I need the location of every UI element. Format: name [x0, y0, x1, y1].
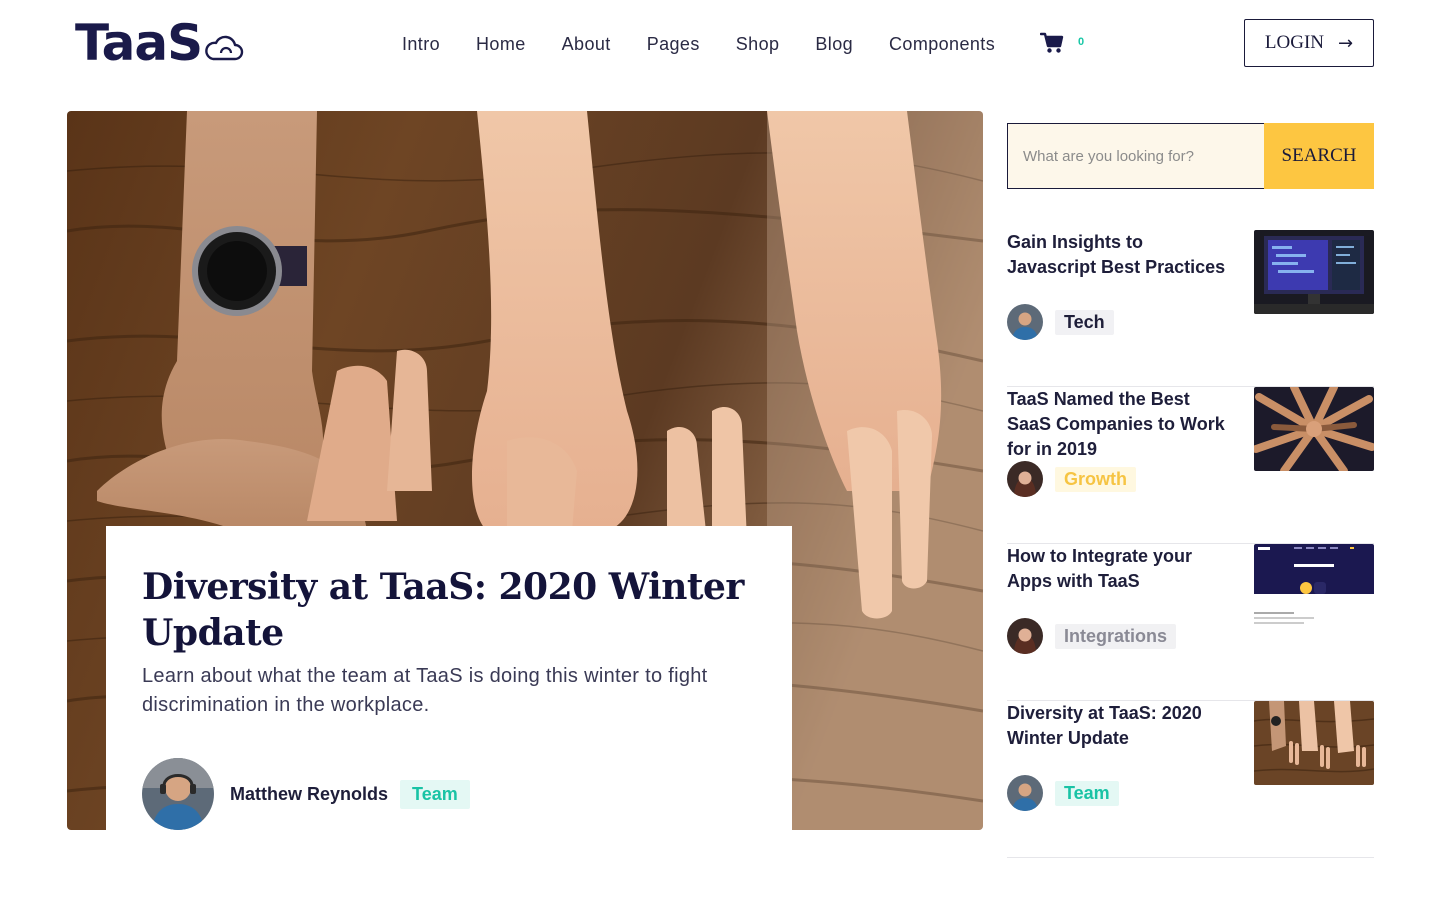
brand-logo[interactable]: TaaS: [75, 18, 244, 68]
sidebar-post-meta: Integrations: [1007, 618, 1177, 654]
sidebar-post-thumbnail[interactable]: [1254, 701, 1374, 785]
nav-blog[interactable]: Blog: [797, 34, 871, 55]
sidebar-post-thumbnail[interactable]: [1254, 544, 1374, 628]
nav-shop[interactable]: Shop: [718, 34, 798, 55]
nav-intro[interactable]: Intro: [384, 34, 458, 55]
nav-home[interactable]: Home: [458, 34, 544, 55]
category-tag[interactable]: Growth: [1055, 466, 1136, 492]
category-tag[interactable]: Team: [400, 779, 470, 809]
nav-components[interactable]: Components: [871, 34, 1013, 55]
category-tag[interactable]: Integrations: [1055, 623, 1177, 649]
search-input[interactable]: [1007, 123, 1264, 189]
site-header: TaaS Intro Home About Pages Shop Blog Co…: [0, 0, 1440, 90]
author-avatar[interactable]: [1007, 775, 1043, 811]
sidebar-post-title[interactable]: Gain Insights to Javascript Best Practic…: [1007, 230, 1227, 280]
sidebar-post-title[interactable]: TaaS Named the Best SaaS Companies to Wo…: [1007, 387, 1227, 462]
sidebar-post-meta: Team: [1007, 775, 1119, 811]
cloud-icon: [204, 33, 244, 68]
nav-about[interactable]: About: [544, 34, 629, 55]
featured-post-title[interactable]: Diversity at TaaS: 2020 Winter Update: [142, 564, 756, 656]
main-nav: Intro Home About Pages Shop Blog Compone…: [384, 34, 1013, 55]
nav-pages[interactable]: Pages: [629, 34, 718, 55]
brand-name: TaaS: [75, 14, 203, 72]
sidebar-post-title[interactable]: How to Integrate your Apps with TaaS: [1007, 544, 1227, 594]
sidebar-post[interactable]: TaaS Named the Best SaaS Companies to Wo…: [1007, 387, 1374, 544]
category-tag[interactable]: Tech: [1055, 309, 1114, 335]
login-label: LOGIN: [1264, 32, 1324, 53]
sidebar-post[interactable]: Diversity at TaaS: 2020 Winter Update Te…: [1007, 701, 1374, 858]
search-form: SEARCH: [1007, 123, 1374, 189]
sidebar-post[interactable]: Gain Insights to Javascript Best Practic…: [1007, 230, 1374, 387]
sidebar-post-thumbnail[interactable]: [1254, 230, 1374, 314]
sidebar-post-thumbnail[interactable]: [1254, 387, 1374, 471]
login-button[interactable]: LOGIN →: [1244, 19, 1374, 67]
sidebar-post-meta: Growth: [1007, 461, 1136, 497]
sidebar-post[interactable]: How to Integrate your Apps with TaaS Int…: [1007, 544, 1374, 701]
featured-post-card[interactable]: Diversity at TaaS: 2020 Winter Update Le…: [106, 526, 792, 830]
author-name[interactable]: Matthew Reynolds: [230, 784, 388, 805]
author-avatar[interactable]: [142, 758, 214, 830]
cart-button[interactable]: 0: [1039, 32, 1085, 59]
featured-post-excerpt: Learn about what the team at TaaS is doi…: [142, 665, 708, 716]
author-avatar[interactable]: [1007, 304, 1043, 340]
author-avatar[interactable]: [1007, 461, 1043, 497]
category-tag[interactable]: Team: [1055, 780, 1119, 806]
featured-post-author: Matthew Reynolds Team: [142, 758, 470, 830]
sidebar-post-meta: Tech: [1007, 304, 1114, 340]
cart-icon: [1039, 32, 1064, 59]
sidebar-post-title[interactable]: Diversity at TaaS: 2020 Winter Update: [1007, 701, 1227, 751]
cart-count: 0: [1078, 36, 1085, 48]
author-avatar[interactable]: [1007, 618, 1043, 654]
arrow-right-icon: →: [1338, 32, 1354, 54]
search-button[interactable]: SEARCH: [1264, 123, 1374, 189]
